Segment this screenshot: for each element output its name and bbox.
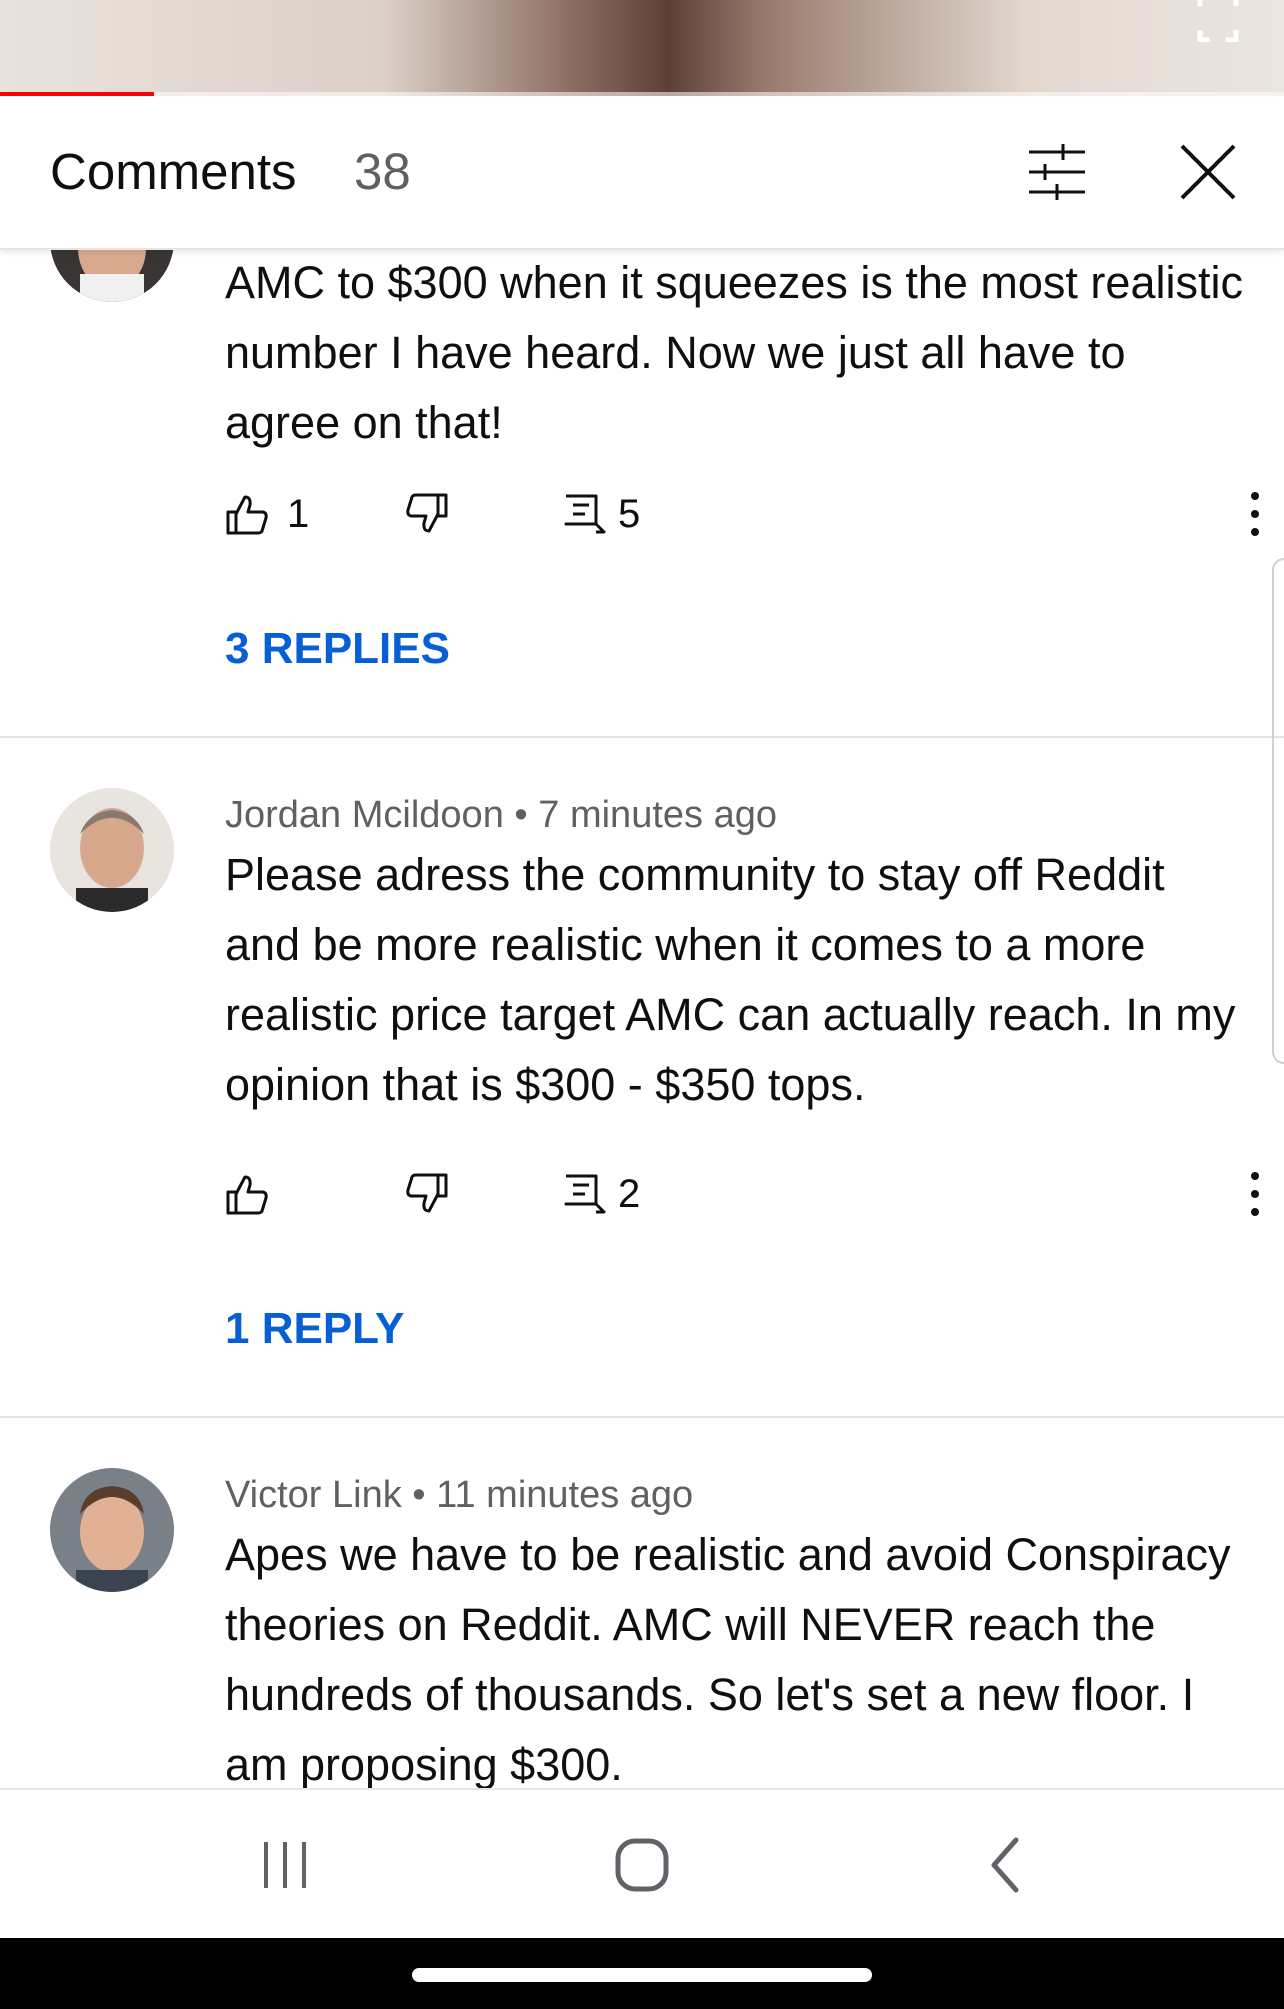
comments-header: Comments 38 — [0, 98, 1284, 250]
home-indicator[interactable] — [412, 1968, 872, 1982]
meta-separator: • — [514, 794, 528, 836]
video-progress-fill — [0, 92, 155, 96]
reply-icon[interactable] — [562, 1172, 606, 1216]
author-name[interactable]: Jordan Mcildoon — [225, 794, 504, 836]
more-options-icon[interactable] — [1245, 1170, 1265, 1218]
meta-separator: • — [412, 1474, 426, 1516]
avatar[interactable] — [50, 788, 174, 912]
comment-divider — [0, 1416, 1284, 1418]
comment-meta: Jordan Mcildoon • 7 minutes ago — [225, 794, 777, 837]
comment-time: 11 minutes ago — [436, 1474, 694, 1516]
video-player-strip[interactable] — [0, 0, 1284, 96]
back-icon[interactable] — [970, 1830, 1040, 1900]
reply-count: 2 — [618, 1172, 641, 1216]
comment-divider — [0, 736, 1284, 738]
view-replies-button[interactable]: 1 REPLY — [225, 1304, 404, 1354]
comment-time: 7 minutes ago — [538, 794, 777, 836]
comment-text: Apes we have to be realistic and avoid C… — [225, 1529, 1231, 1788]
reply-count: 5 — [618, 492, 641, 536]
comments-count: 38 — [354, 143, 411, 200]
more-options-icon[interactable] — [1245, 490, 1265, 538]
dislike-icon[interactable] — [405, 1172, 449, 1216]
dislike-icon[interactable] — [405, 492, 449, 536]
like-count: 1 — [287, 492, 310, 536]
like-icon[interactable] — [225, 492, 269, 536]
home-icon[interactable] — [607, 1830, 677, 1900]
scrollbar[interactable] — [1272, 558, 1284, 1064]
like-icon[interactable] — [225, 1172, 269, 1216]
comment-actions: 2 — [225, 1172, 1265, 1232]
fullscreen-icon[interactable] — [1196, 0, 1240, 42]
comments-list[interactable]: AMC to $300 when it squeezes is the most… — [0, 248, 1284, 1788]
video-progress-bar[interactable] — [0, 92, 1284, 96]
reply-icon[interactable] — [562, 492, 606, 536]
view-replies-button[interactable]: 3 REPLIES — [225, 624, 450, 674]
sort-icon[interactable] — [1025, 142, 1089, 202]
comment-meta: Victor Link • 11 minutes ago — [225, 1474, 693, 1517]
comments-title: Comments — [50, 143, 297, 200]
recent-apps-icon[interactable] — [250, 1830, 320, 1900]
system-navbar — [0, 1788, 1284, 1940]
comment-text: AMC to $300 when it squeezes is the most… — [225, 257, 1243, 448]
avatar[interactable] — [50, 248, 174, 302]
close-icon[interactable] — [1178, 142, 1238, 202]
comment-text: Please adress the community to stay off … — [225, 849, 1236, 1110]
comment-actions: 1 5 — [225, 492, 1265, 552]
avatar[interactable] — [50, 1468, 174, 1592]
author-name[interactable]: Victor Link — [225, 1474, 402, 1516]
